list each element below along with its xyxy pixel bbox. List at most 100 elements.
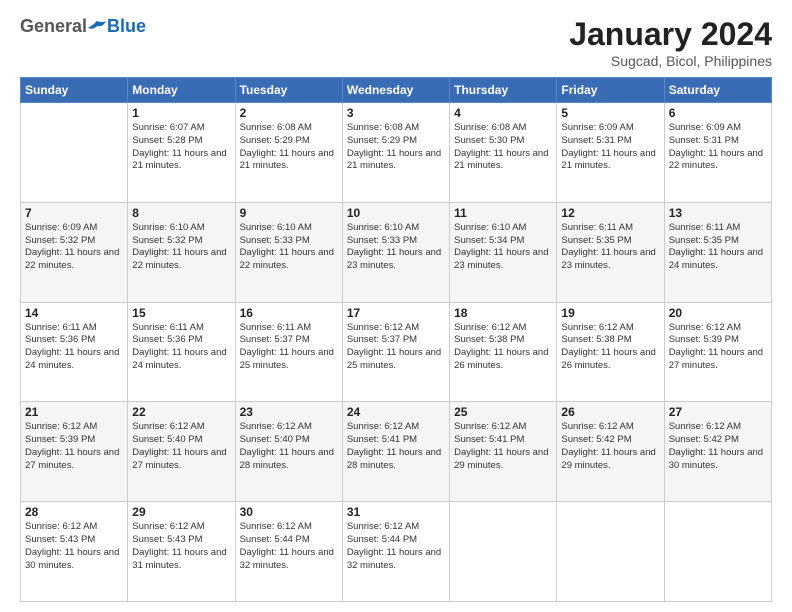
col-thursday: Thursday: [450, 78, 557, 103]
day-info: Sunrise: 6:12 AM Sunset: 5:40 PM Dayligh…: [132, 421, 230, 472]
day-number: 29: [132, 505, 230, 519]
day-info: Sunrise: 6:12 AM Sunset: 5:38 PM Dayligh…: [561, 322, 659, 373]
table-row: 28Sunrise: 6:12 AM Sunset: 5:43 PM Dayli…: [21, 502, 128, 602]
calendar-week-row: 28 Sunrise: 6:12 AM Sunset: 5:43 PM Dayli…: [21, 502, 772, 602]
col-tuesday: Tuesday: [235, 78, 342, 103]
day-info: Sunrise: 6:12 AM Sunset: 5:39 PM Dayligh…: [669, 322, 767, 373]
day-info: Sunrise: 6:11 AM Sunset: 5:36 PM Dayligh…: [132, 322, 230, 373]
table-row: 24 Sunrise: 6:12 AM Sunset: 5:41 PM Dayli…: [342, 402, 449, 502]
day-info: Sunrise: 6:10 AM Sunset: 5:34 PM Dayligh…: [454, 222, 552, 273]
col-friday: Friday: [557, 78, 664, 103]
table-row: 17 Sunrise: 6:12 AM Sunset: 5:37 PM Dayli…: [342, 302, 449, 402]
table-row: 23 Sunrise: 6:12 AM Sunset: 5:40 PM Dayli…: [235, 402, 342, 502]
table-row: 19 Sunrise: 6:12 AM Sunset: 5:38 PM Dayli…: [557, 302, 664, 402]
logo: General Blue: [20, 16, 146, 37]
day-number: 13: [669, 206, 767, 220]
day-info: Sunrise: 6:10 AM Sunset: 5:32 PM Dayligh…: [132, 222, 230, 273]
day-number: 17: [347, 306, 445, 320]
table-row: 29 Sunrise: 6:12 AM Sunset: 5:43 PM Dayli…: [128, 502, 235, 602]
logo-bird-icon: [88, 20, 106, 34]
day-info: Sunrise: 6:09 AM Sunset: 5:31 PM Dayligh…: [669, 122, 767, 173]
day-info: Sunrise: 6:12 AM Sunset: 5:41 PM Dayligh…: [454, 421, 552, 472]
day-number: 22: [132, 405, 230, 419]
day-number: 28: [25, 505, 123, 519]
table-row: 30 Sunrise: 6:12 AM Sunset: 5:44 PM Dayli…: [235, 502, 342, 602]
day-info: Sunrise: 6:07 AM Sunset: 5:28 PM Dayligh…: [132, 122, 230, 173]
table-row: 7 Sunrise: 6:09 AM Sunset: 5:32 PM Daylig…: [21, 202, 128, 302]
logo-text: General Blue: [20, 16, 146, 37]
table-row: 6 Sunrise: 6:09 AM Sunset: 5:31 PM Daylig…: [664, 103, 771, 203]
table-row: [21, 103, 128, 203]
day-number: 26: [561, 405, 659, 419]
table-row: 13 Sunrise: 6:11 AM Sunset: 5:35 PM Dayli…: [664, 202, 771, 302]
day-number: 30: [240, 505, 338, 519]
day-number: 27: [669, 405, 767, 419]
table-row: 21Sunrise: 6:12 AM Sunset: 5:39 PM Dayli…: [21, 402, 128, 502]
day-info: Sunrise: 6:12 AM Sunset: 5:39 PM Dayligh…: [25, 421, 123, 472]
table-row: 3 Sunrise: 6:08 AM Sunset: 5:29 PM Daylig…: [342, 103, 449, 203]
day-number: 3: [347, 106, 445, 120]
day-number: 5: [561, 106, 659, 120]
day-number: 16: [240, 306, 338, 320]
col-wednesday: Wednesday: [342, 78, 449, 103]
calendar-week-row: 7 Sunrise: 6:09 AM Sunset: 5:32 PM Daylig…: [21, 202, 772, 302]
table-row: [450, 502, 557, 602]
day-info: Sunrise: 6:12 AM Sunset: 5:38 PM Dayligh…: [454, 322, 552, 373]
day-info: Sunrise: 6:11 AM Sunset: 5:35 PM Dayligh…: [669, 222, 767, 273]
table-row: 14 Sunrise: 6:11 AM Sunset: 5:36 PM Dayli…: [21, 302, 128, 402]
day-number: 10: [347, 206, 445, 220]
day-number: 12: [561, 206, 659, 220]
day-info: Sunrise: 6:10 AM Sunset: 5:33 PM Dayligh…: [347, 222, 445, 273]
table-row: 27 Sunrise: 6:12 AM Sunset: 5:42 PM Dayli…: [664, 402, 771, 502]
day-number: 4: [454, 106, 552, 120]
day-info: Sunrise: 6:08 AM Sunset: 5:30 PM Dayligh…: [454, 122, 552, 173]
day-number: 11: [454, 206, 552, 220]
day-number: 18: [454, 306, 552, 320]
logo-blue: Blue: [107, 16, 146, 37]
calendar-week-row: 21Sunrise: 6:12 AM Sunset: 5:39 PM Dayli…: [21, 402, 772, 502]
table-row: 22 Sunrise: 6:12 AM Sunset: 5:40 PM Dayli…: [128, 402, 235, 502]
table-row: 25 Sunrise: 6:12 AM Sunset: 5:41 PM Dayli…: [450, 402, 557, 502]
day-info: Sunrise: 6:12 AM Sunset: 5:43 PM Dayligh…: [132, 521, 230, 572]
table-row: 11 Sunrise: 6:10 AM Sunset: 5:34 PM Dayli…: [450, 202, 557, 302]
day-number: 31: [347, 505, 445, 519]
day-info: Sunrise: 6:12 AM Sunset: 5:40 PM Dayligh…: [240, 421, 338, 472]
table-row: 18 Sunrise: 6:12 AM Sunset: 5:38 PM Dayli…: [450, 302, 557, 402]
day-info: Sunrise: 6:09 AM Sunset: 5:32 PM Dayligh…: [25, 222, 123, 273]
day-info: Sunrise: 6:08 AM Sunset: 5:29 PM Dayligh…: [347, 122, 445, 173]
day-number: 25: [454, 405, 552, 419]
day-info: Sunrise: 6:09 AM Sunset: 5:31 PM Dayligh…: [561, 122, 659, 173]
day-number: 19: [561, 306, 659, 320]
day-number: 7: [25, 206, 123, 220]
day-info: Sunrise: 6:12 AM Sunset: 5:37 PM Dayligh…: [347, 322, 445, 373]
table-row: [557, 502, 664, 602]
day-info: Sunrise: 6:11 AM Sunset: 5:36 PM Dayligh…: [25, 322, 123, 373]
day-info: Sunrise: 6:12 AM Sunset: 5:42 PM Dayligh…: [669, 421, 767, 472]
subtitle: Sugcad, Bicol, Philippines: [569, 53, 772, 69]
day-number: 23: [240, 405, 338, 419]
table-row: 9 Sunrise: 6:10 AM Sunset: 5:33 PM Daylig…: [235, 202, 342, 302]
table-row: 2Sunrise: 6:08 AM Sunset: 5:29 PM Daylig…: [235, 103, 342, 203]
table-row: 26 Sunrise: 6:12 AM Sunset: 5:42 PM Dayli…: [557, 402, 664, 502]
day-number: 2: [240, 106, 338, 120]
day-number: 6: [669, 106, 767, 120]
logo-general: General: [20, 16, 87, 37]
day-info: Sunrise: 6:12 AM Sunset: 5:44 PM Dayligh…: [240, 521, 338, 572]
main-title: January 2024: [569, 16, 772, 53]
table-row: 5 Sunrise: 6:09 AM Sunset: 5:31 PM Daylig…: [557, 103, 664, 203]
day-info: Sunrise: 6:12 AM Sunset: 5:41 PM Dayligh…: [347, 421, 445, 472]
day-number: 14: [25, 306, 123, 320]
day-number: 15: [132, 306, 230, 320]
table-row: 15 Sunrise: 6:11 AM Sunset: 5:36 PM Dayli…: [128, 302, 235, 402]
table-row: 12Sunrise: 6:11 AM Sunset: 5:35 PM Dayli…: [557, 202, 664, 302]
table-row: 16Sunrise: 6:11 AM Sunset: 5:37 PM Dayli…: [235, 302, 342, 402]
table-row: 31 Sunrise: 6:12 AM Sunset: 5:44 PM Dayli…: [342, 502, 449, 602]
table-row: 4 Sunrise: 6:08 AM Sunset: 5:30 PM Daylig…: [450, 103, 557, 203]
title-block: January 2024 Sugcad, Bicol, Philippines: [569, 16, 772, 69]
day-number: 9: [240, 206, 338, 220]
table-row: [664, 502, 771, 602]
day-info: Sunrise: 6:10 AM Sunset: 5:33 PM Dayligh…: [240, 222, 338, 273]
day-info: Sunrise: 6:12 AM Sunset: 5:42 PM Dayligh…: [561, 421, 659, 472]
day-number: 24: [347, 405, 445, 419]
day-info: Sunrise: 6:12 AM Sunset: 5:44 PM Dayligh…: [347, 521, 445, 572]
